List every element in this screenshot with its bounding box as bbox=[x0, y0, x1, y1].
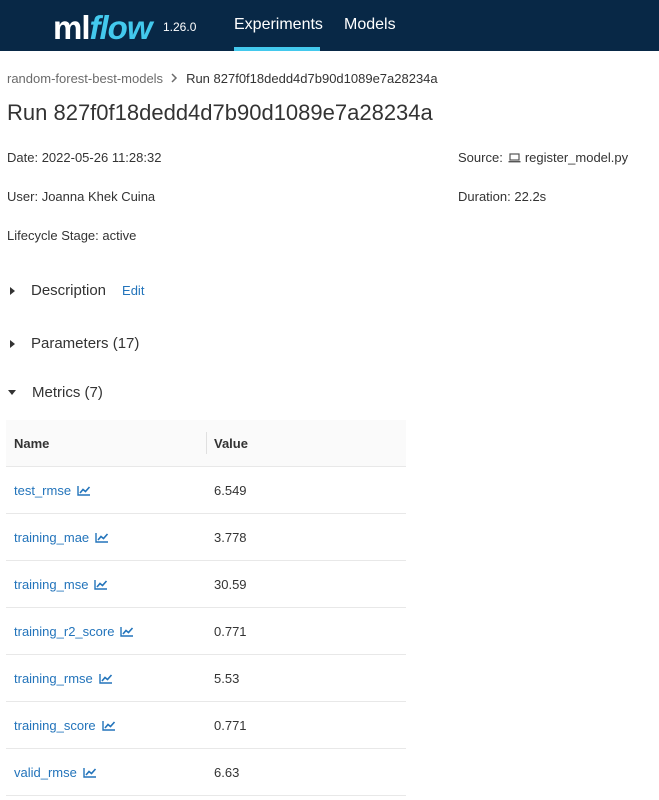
line-chart-icon[interactable] bbox=[95, 532, 109, 543]
description-edit-link[interactable]: Edit bbox=[122, 283, 144, 298]
section-parameters[interactable]: Parameters (17) bbox=[7, 335, 139, 352]
breadcrumb-experiment-link[interactable]: random-forest-best-models bbox=[7, 71, 163, 86]
table-row: training_rmse 5.53 bbox=[6, 655, 406, 702]
breadcrumb: random-forest-best-models Run 827f0f18de… bbox=[7, 71, 438, 86]
run-lifecycle-stage: Lifecycle Stage: active bbox=[7, 228, 136, 243]
table-row: training_mse 30.59 bbox=[6, 561, 406, 608]
metric-name-cell: training_mse bbox=[6, 577, 214, 592]
caret-down-icon bbox=[8, 390, 16, 395]
metric-name-link[interactable]: training_rmse bbox=[14, 671, 93, 686]
metric-name-link[interactable]: training_r2_score bbox=[14, 624, 114, 639]
metric-name-link[interactable]: valid_rmse bbox=[14, 765, 77, 780]
metric-value: 3.778 bbox=[214, 529, 247, 545]
user-value: Joanna Khek Cuina bbox=[41, 189, 156, 204]
table-header: Name Value bbox=[6, 420, 406, 467]
caret-right-icon bbox=[10, 286, 15, 295]
table-row: test_rmse 6.549 bbox=[6, 467, 406, 514]
metric-value: 6.63 bbox=[214, 764, 240, 780]
table-body: test_rmse 6.549 training_mae 3.778 training_… bbox=[6, 467, 406, 796]
table-row: valid_rmse 6.63 bbox=[6, 749, 406, 796]
metric-value: 0.771 bbox=[214, 623, 247, 639]
line-chart-icon[interactable] bbox=[120, 626, 134, 637]
lifecycle-label: Lifecycle Stage: bbox=[7, 228, 99, 243]
metric-name-cell: training_r2_score bbox=[6, 624, 214, 639]
metric-name-link[interactable]: training_mae bbox=[14, 530, 89, 545]
column-header-name[interactable]: Name bbox=[6, 436, 206, 451]
metrics-title: Metrics (7) bbox=[32, 384, 103, 401]
source-label: Source: bbox=[458, 150, 503, 165]
metric-name-link[interactable]: test_rmse bbox=[14, 483, 71, 498]
run-date: Date: 2022-05-26 11:28:32 bbox=[7, 150, 161, 165]
chevron-right-icon bbox=[171, 71, 178, 86]
active-tab-indicator bbox=[234, 47, 320, 51]
user-label: User: bbox=[7, 189, 39, 204]
logo-flow-text: flow bbox=[89, 9, 153, 46]
run-source: Source: register_model.py bbox=[458, 150, 628, 165]
version-label: 1.26.0 bbox=[163, 20, 197, 34]
line-chart-icon[interactable] bbox=[99, 673, 113, 684]
table-row: training_score 0.771 bbox=[6, 702, 406, 749]
metric-name-link[interactable]: training_score bbox=[14, 718, 96, 733]
metric-name-cell: training_score bbox=[6, 718, 214, 733]
run-user: User: Joanna Khek Cuina bbox=[7, 189, 155, 204]
date-label: Date: bbox=[7, 150, 39, 165]
section-metrics[interactable]: Metrics (7) bbox=[7, 384, 103, 401]
line-chart-icon[interactable] bbox=[83, 767, 97, 778]
table-row: training_r2_score 0.771 bbox=[6, 608, 406, 655]
table-row: training_mae 3.778 bbox=[6, 514, 406, 561]
laptop-icon bbox=[508, 152, 521, 163]
parameters-title: Parameters (17) bbox=[31, 335, 140, 352]
source-value[interactable]: register_model.py bbox=[525, 150, 628, 165]
metric-name-cell: training_rmse bbox=[6, 671, 214, 686]
column-header-value[interactable]: Value bbox=[207, 436, 248, 451]
metric-name-cell: test_rmse bbox=[6, 483, 214, 498]
date-value: 2022-05-26 11:28:32 bbox=[41, 150, 162, 165]
section-description[interactable]: Description Edit bbox=[7, 282, 144, 299]
metric-name-link[interactable]: training_mse bbox=[14, 577, 88, 592]
page-title: Run 827f0f18dedd4d7b90d1089e7a28234a bbox=[7, 100, 433, 125]
top-navigation-bar: ml flow 1.26.0 Experiments Models bbox=[0, 0, 659, 51]
tab-models[interactable]: Models bbox=[344, 16, 396, 34]
metric-value: 0.771 bbox=[214, 717, 247, 733]
metric-value: 6.549 bbox=[214, 482, 247, 498]
run-duration: Duration: 22.2s bbox=[458, 189, 546, 204]
breadcrumb-current-run: Run 827f0f18dedd4d7b90d1089e7a28234a bbox=[186, 71, 438, 86]
duration-value: 22.2s bbox=[514, 189, 547, 204]
line-chart-icon[interactable] bbox=[94, 579, 108, 590]
tab-experiments[interactable]: Experiments bbox=[234, 16, 323, 34]
caret-right-icon bbox=[10, 339, 15, 348]
metric-value: 30.59 bbox=[214, 576, 247, 592]
line-chart-icon[interactable] bbox=[101, 720, 116, 731]
metric-name-cell: valid_rmse bbox=[6, 765, 214, 780]
metrics-table: Name Value test_rmse 6.549 training_mae 3.7… bbox=[6, 420, 406, 796]
mlflow-logo[interactable]: ml flow bbox=[53, 7, 152, 45]
logo-ml-text: ml bbox=[53, 9, 91, 46]
description-title: Description bbox=[31, 282, 107, 299]
duration-label: Duration: bbox=[458, 189, 511, 204]
line-chart-icon[interactable] bbox=[77, 485, 91, 496]
metric-name-cell: training_mae bbox=[6, 530, 214, 545]
metric-value: 5.53 bbox=[214, 670, 240, 686]
lifecycle-value: active bbox=[102, 228, 137, 243]
